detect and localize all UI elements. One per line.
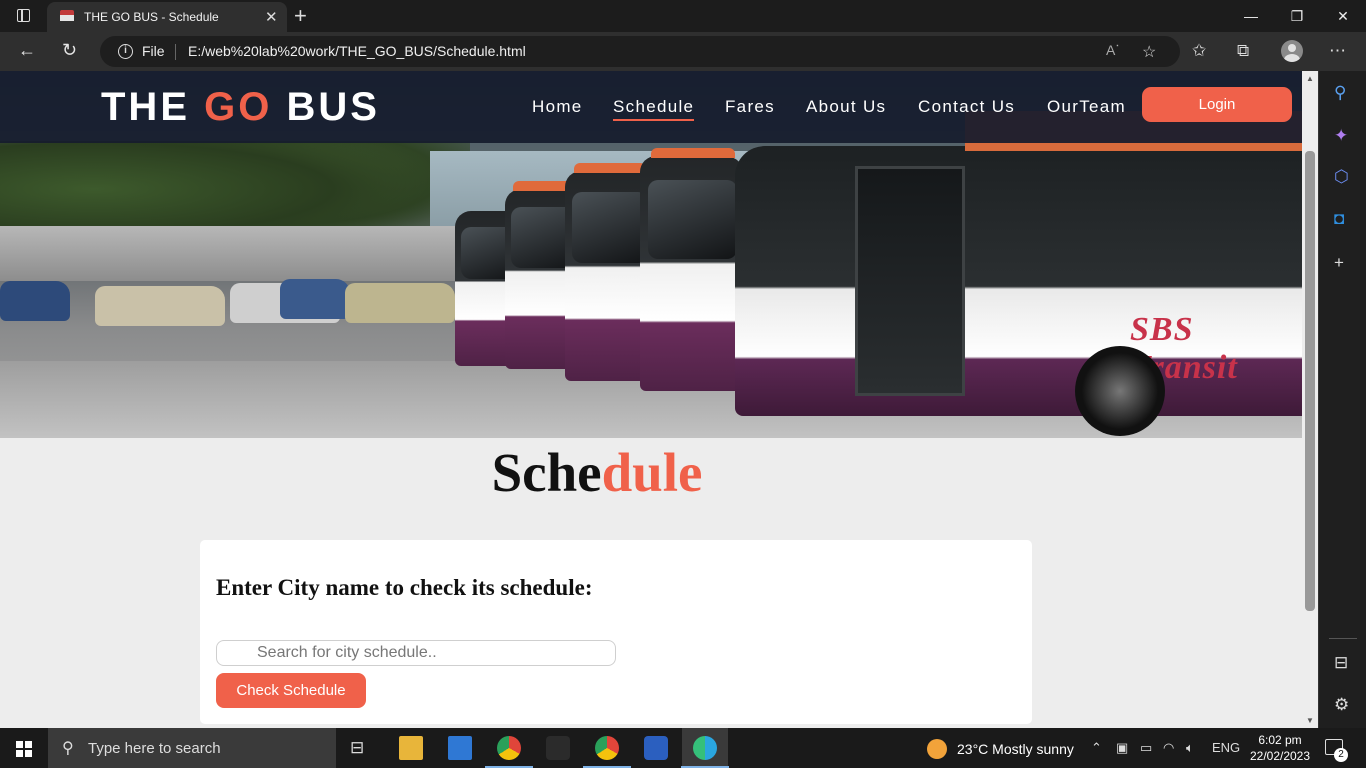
outlook-icon[interactable]: ◘ (1334, 209, 1344, 229)
address-bar[interactable]: i File E:/web%20lab%20work/THE_GO_BUS/Sc… (100, 36, 1180, 67)
hero-car (95, 286, 225, 326)
windows-taskbar: ⚲ Type here to search ⊟ 23°C Mostly sunn… (0, 728, 1366, 768)
hero-car (280, 279, 350, 319)
meet-icon[interactable]: ▣ (1116, 740, 1128, 756)
info-icon[interactable]: i (118, 44, 133, 59)
profile-avatar[interactable] (1281, 40, 1303, 62)
word-icon[interactable] (644, 736, 668, 760)
search-icon: ⚲ (62, 740, 74, 757)
back-icon[interactable]: ← (18, 40, 36, 61)
office-icon[interactable]: ⬡ (1334, 167, 1349, 187)
scroll-up-icon[interactable]: ▲ (1306, 74, 1314, 83)
nav-home[interactable]: Home (532, 97, 583, 117)
page-scrollbar[interactable]: ▲ ▼ (1302, 71, 1318, 728)
nav-our-team[interactable]: OurTeam (1047, 97, 1126, 117)
scroll-down-icon[interactable]: ▼ (1306, 716, 1314, 725)
taskbar-search[interactable]: ⚲ Type here to search (48, 728, 336, 768)
sidebar-settings-icon[interactable]: ⚙ (1334, 695, 1349, 715)
site-logo[interactable]: THE GO BUS (101, 85, 380, 130)
hero-car (0, 281, 70, 321)
check-schedule-button[interactable]: Check Schedule (216, 673, 366, 708)
chevron-up-icon[interactable]: ⌃ (1091, 740, 1102, 756)
search-icon[interactable]: ⚲ (1334, 83, 1346, 103)
language-indicator[interactable]: ENG (1212, 740, 1240, 755)
window-controls: — ❐ ✕ (1228, 0, 1366, 32)
restore-icon[interactable]: ❐ (1274, 0, 1320, 32)
windows-start-icon[interactable] (16, 741, 32, 757)
city-search-input[interactable] (257, 643, 607, 663)
hero-car (345, 283, 455, 323)
add-favorite-icon[interactable]: ☆ (1142, 42, 1156, 62)
notification-badge: 2 (1334, 748, 1348, 762)
add-sidebar-icon[interactable]: + (1334, 253, 1344, 273)
collections-icon[interactable]: ⧉ (1237, 41, 1249, 61)
scrollbar-thumb[interactable] (1305, 151, 1315, 611)
minimize-icon[interactable]: — (1228, 0, 1274, 32)
tab-close-icon[interactable]: ✕ (265, 8, 278, 26)
nav-fares[interactable]: Fares (725, 97, 775, 117)
read-aloud-icon[interactable]: Aᐝ (1106, 42, 1119, 59)
weather-widget[interactable]: 23°C Mostly sunny (957, 741, 1074, 757)
hero-bus (640, 148, 745, 391)
file-label: File (142, 43, 165, 59)
browser-tab-bar: THE GO BUS - Schedule ✕ + — ❐ ✕ (0, 0, 1366, 32)
weather-sun-icon[interactable] (927, 739, 947, 759)
copilot-icon[interactable]: ✦ (1334, 126, 1348, 146)
task-view-icon[interactable]: ⊟ (350, 738, 364, 758)
file-explorer-icon[interactable] (399, 736, 423, 760)
hero-wall (0, 226, 460, 281)
tab-title: THE GO BUS - Schedule (84, 10, 219, 24)
login-button[interactable]: Login (1142, 87, 1292, 122)
more-menu-icon[interactable]: ⋯ (1329, 41, 1346, 61)
schedule-card: Enter City name to check its schedule: C… (200, 540, 1032, 724)
nav-schedule[interactable]: Schedule (613, 97, 695, 121)
site-header: THE GO BUS Home Schedule Fares About Us … (0, 71, 1302, 143)
wifi-icon[interactable]: ◠ (1163, 740, 1174, 756)
edge-sidebar: ⚲ ✦ ⬡ ◘ + ⊟ ⚙ (1318, 71, 1366, 728)
favorites-icon[interactable]: ✩ (1192, 41, 1206, 61)
app-icon[interactable] (546, 736, 570, 760)
edge-icon[interactable] (681, 736, 729, 768)
chrome-icon[interactable] (583, 736, 631, 768)
card-heading: Enter City name to check its schedule: (216, 575, 593, 600)
mail-icon[interactable] (448, 736, 472, 760)
taskbar-search-text: Type here to search (88, 740, 221, 757)
page-title: Schedule (491, 442, 703, 503)
chrome-profile-icon[interactable] (485, 736, 533, 768)
volume-icon[interactable]: 🔈︎ (1186, 740, 1194, 756)
battery-icon[interactable]: ▭ (1140, 740, 1152, 756)
hero-main-bus: SBS Transit (735, 111, 1302, 436)
bus-favicon-icon (60, 10, 74, 23)
close-window-icon[interactable]: ✕ (1320, 0, 1366, 32)
taskbar-clock[interactable]: 6:02 pm 22/02/2023 (1248, 732, 1312, 764)
nav-about-us[interactable]: About Us (806, 97, 886, 117)
nav-contact-us[interactable]: Contact Us (918, 97, 1015, 117)
address-toolbar: ← ↻ i File E:/web%20lab%20work/THE_GO_BU… (0, 32, 1366, 71)
tab-actions-icon[interactable] (10, 6, 38, 26)
page-viewport: SBS Transit THE GO BUS Home Schedule Far… (0, 71, 1302, 728)
hide-sidebar-icon[interactable]: ⊟ (1334, 653, 1348, 673)
sidebar-divider (1329, 638, 1357, 639)
url-text[interactable]: E:/web%20lab%20work/THE_GO_BUS/Schedule.… (188, 43, 526, 59)
browser-tab[interactable]: THE GO BUS - Schedule ✕ (47, 2, 287, 32)
new-tab-icon[interactable]: + (294, 3, 307, 29)
city-search-box[interactable] (216, 640, 616, 666)
address-separator (175, 44, 176, 60)
refresh-icon[interactable]: ↻ (62, 40, 77, 61)
